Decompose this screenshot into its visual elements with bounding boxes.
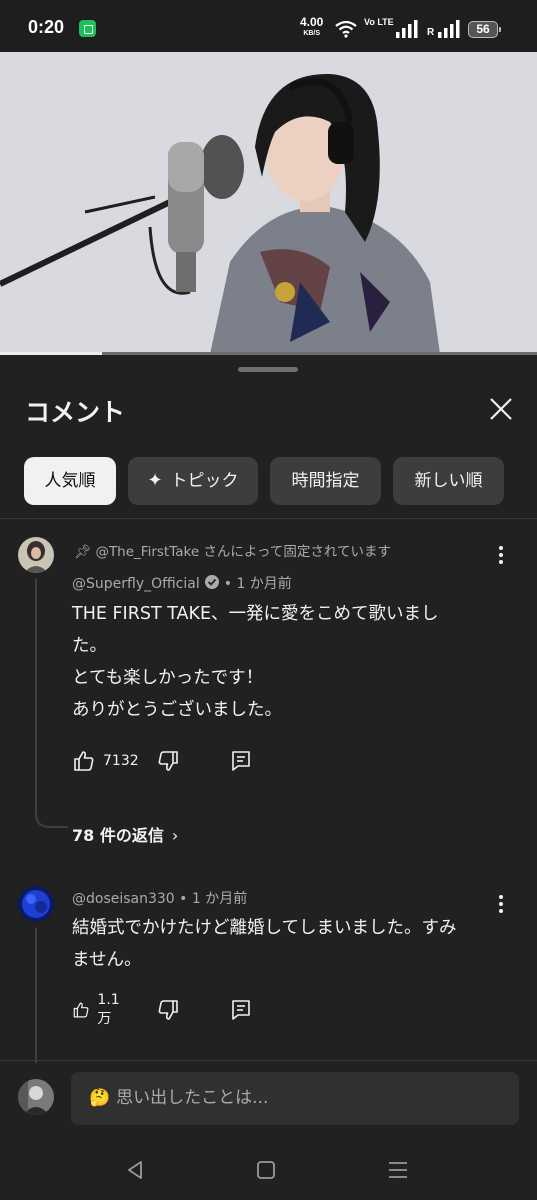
status-time: 0:20 (28, 17, 65, 37)
like-count: 7132 (103, 753, 139, 769)
chip-newest-label: 新しい順 (414, 471, 483, 491)
user-avatar[interactable] (18, 1079, 54, 1115)
system-nav-bar (0, 1140, 537, 1200)
thread-line (35, 579, 68, 828)
reply-button[interactable] (229, 997, 253, 1023)
comment-line: THE FIRST TAKE、一発に愛をこめて歌いまし (72, 604, 439, 624)
more-options-icon[interactable] (489, 543, 513, 567)
comment-time: • 1 か月前 (223, 576, 292, 592)
signal-strength-icon (396, 20, 418, 38)
thumbs-down-icon (158, 1000, 178, 1020)
app-notification-icon (79, 20, 96, 37)
volte-indicator: Vo LTE (364, 17, 394, 27)
comment-input[interactable]: 🤔 思い出したことは... (71, 1072, 519, 1125)
chip-timestamp[interactable]: 時間指定 (270, 457, 381, 505)
comment-author[interactable]: @doseisan330 (72, 891, 175, 907)
like-button[interactable]: 7132 (72, 748, 139, 774)
roaming-indicator: R (427, 27, 435, 38)
comment-meta: @Superfly_Official • 1 か月前 (72, 573, 292, 593)
more-options-icon[interactable] (489, 892, 513, 916)
chevron-right-icon: › (171, 826, 179, 845)
chip-popular[interactable]: 人気順 (24, 457, 116, 505)
reply-button[interactable] (229, 748, 253, 774)
network-speed-unit: KB/S (303, 30, 321, 37)
like-button[interactable]: 1.1万 (72, 992, 125, 1027)
recent-apps-icon[interactable] (384, 1156, 412, 1184)
panel-title: コメント (25, 398, 126, 427)
comment-line: とても楽しかったです！ (72, 668, 264, 688)
comment-line: た。 (72, 636, 107, 656)
comment-author[interactable]: @Superfly_Official (72, 576, 200, 592)
verified-icon (204, 575, 219, 589)
thumbs-up-icon (74, 751, 94, 771)
chip-topics[interactable]: ✦ トピック (128, 457, 258, 505)
signal-strength-2-icon (438, 20, 460, 38)
reply-icon (232, 751, 250, 771)
avatar[interactable] (18, 886, 54, 922)
comment-time: • 1 か月前 (179, 891, 248, 907)
pinned-label: 📌︎ @The_FirstTake さんによって固定されています (74, 540, 391, 560)
dislike-button[interactable] (156, 748, 180, 774)
reply-icon (232, 1000, 250, 1020)
thread-line (35, 928, 37, 1063)
sparkle-icon: ✦ (147, 470, 163, 491)
pin-icon: 📌︎ (74, 544, 92, 560)
comment-line: 結婚式でかけたけど離婚してしまいました。すみ (72, 918, 457, 938)
network-speed-value: 4.00 (300, 15, 324, 29)
comment-line: ません。 (72, 950, 142, 970)
thinking-emoji-icon: 🤔 (89, 1088, 111, 1108)
comment-body: 結婚式でかけたけど離婚してしまいました。すみ ません。 (72, 912, 492, 976)
dislike-button[interactable] (156, 997, 180, 1023)
like-count: 1.1万 (97, 992, 120, 1027)
comments-panel: コメント 人気順 ✦ トピック 時間指定 新しい順 📌︎ @The_FirstT… (0, 355, 537, 1200)
composer-divider (0, 1060, 537, 1061)
chip-newest[interactable]: 新しい順 (393, 457, 504, 505)
comment-input-placeholder: 思い出したことは... (116, 1088, 269, 1108)
video-frame (0, 52, 537, 354)
comment-meta: @doseisan330 • 1 か月前 (72, 888, 247, 908)
chip-topics-label: トピック (170, 471, 239, 491)
avatar[interactable] (18, 537, 54, 573)
battery-indicator: 56 (468, 21, 501, 38)
status-bar: 0:20 4.00 KB/S Vo LTE R 56 (0, 0, 537, 52)
drag-handle[interactable] (238, 367, 298, 372)
view-replies-button[interactable]: 78 件の返信 › (72, 822, 178, 846)
comment-line: ありがとうございました。 (72, 700, 282, 720)
wifi-icon (335, 20, 357, 38)
network-speed: 4.00 KB/S (300, 15, 324, 39)
thumbs-down-icon (158, 751, 178, 771)
chip-popular-label: 人気順 (44, 471, 96, 491)
pinned-text: @The_FirstTake さんによって固定されています (95, 544, 391, 560)
video-player[interactable] (0, 52, 537, 354)
comment-body: THE FIRST TAKE、一発に愛をこめて歌いまし た。 とても楽しかったで… (72, 598, 492, 726)
chips-divider (0, 518, 537, 519)
home-icon[interactable] (252, 1156, 280, 1184)
back-icon[interactable] (121, 1156, 149, 1184)
replies-label: 78 件の返信 (72, 826, 164, 845)
thumbs-up-icon (73, 1002, 89, 1018)
chip-timestamp-label: 時間指定 (291, 471, 360, 491)
close-icon[interactable] (485, 393, 517, 425)
